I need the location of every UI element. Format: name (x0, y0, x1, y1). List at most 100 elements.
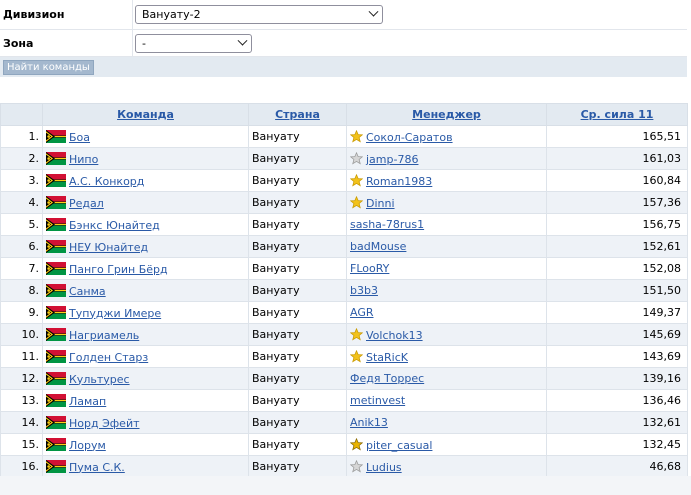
country-cell: Вануату (248, 367, 347, 390)
header-manager[interactable]: Менеджер (346, 103, 547, 126)
manager-link[interactable]: badMouse (350, 240, 406, 253)
division-control: Вануату-2 (133, 0, 687, 29)
power-cell: 132,45 (546, 433, 688, 456)
star-icon (349, 437, 364, 451)
star-icon (349, 327, 364, 341)
team-link[interactable]: Норд Эфейт (69, 417, 140, 430)
manager-link[interactable]: StaRicK (366, 351, 408, 364)
manager-link[interactable]: Anik13 (350, 416, 388, 429)
table-row: 5. Бэнкс Юнайтед Вануату sasha-78rus1 156,75 (0, 213, 688, 236)
team-link[interactable]: Культурес (69, 373, 130, 386)
manager-link[interactable]: jamp-786 (366, 153, 418, 166)
manager-link[interactable]: Roman1983 (366, 175, 432, 188)
team-link[interactable]: А.С. Конкорд (69, 175, 144, 188)
power-cell: 151,50 (546, 279, 688, 302)
division-select[interactable]: Вануату-2 (135, 5, 383, 24)
table-row: 1. Боа Вануату Сокол-Саратов 165,51 (0, 125, 688, 148)
manager-cell: Ludius (346, 455, 547, 478)
manager-cell: Федя Торрес (346, 367, 547, 390)
vanuatu-flag-icon (46, 195, 66, 209)
power-cell: 149,37 (546, 301, 688, 324)
manager-link[interactable]: piter_casual (366, 439, 432, 452)
filter-form: Дивизион Вануату-2 Зона - Найти команды (0, 0, 687, 77)
rank-cell: 1. (0, 125, 43, 148)
manager-cell: piter_casual (346, 433, 547, 456)
vanuatu-flag-icon (46, 349, 66, 363)
team-link[interactable]: Голден Старз (69, 351, 148, 364)
power-cell: 161,03 (546, 147, 688, 170)
team-link[interactable]: Санма (69, 285, 106, 298)
power-cell: 132,61 (546, 411, 688, 434)
manager-link[interactable]: FLooRY (350, 262, 389, 275)
team-cell: Панго Грин Бёрд (42, 257, 249, 280)
table-row: 3. А.С. Конкорд Вануату Roman1983 160,84 (0, 169, 688, 192)
rank-cell: 4. (0, 191, 43, 214)
team-link[interactable]: Нипо (69, 153, 98, 166)
manager-link[interactable]: Федя Торрес (350, 372, 424, 385)
team-cell: А.С. Конкорд (42, 169, 249, 192)
power-cell: 136,46 (546, 389, 688, 412)
header-team[interactable]: Команда (42, 103, 249, 126)
manager-link[interactable]: Volchok13 (366, 329, 423, 342)
vanuatu-flag-icon (46, 283, 66, 297)
manager-cell: FLooRY (346, 257, 547, 280)
division-row: Дивизион Вануату-2 (0, 0, 687, 30)
team-cell: Норд Эфейт (42, 411, 249, 434)
team-link[interactable]: Ламап (69, 395, 106, 408)
manager-link[interactable]: Ludius (366, 461, 402, 474)
team-link[interactable]: Лорум (69, 439, 106, 452)
star-icon (349, 195, 364, 209)
vanuatu-flag-icon (46, 415, 66, 429)
team-link[interactable]: Боа (69, 131, 90, 144)
rank-cell: 9. (0, 301, 43, 324)
star-icon (349, 173, 364, 187)
rank-cell: 14. (0, 411, 43, 434)
team-link[interactable]: Бэнкс Юнайтед (69, 219, 160, 232)
division-label: Дивизион (0, 0, 133, 29)
table-row: 8. Санма Вануату b3b3 151,50 (0, 279, 688, 302)
zone-select[interactable]: - (135, 33, 252, 53)
table-row: 9. Тупуджи Имере Вануату AGR 149,37 (0, 301, 688, 324)
header-power[interactable]: Ср. сила 11 (546, 103, 688, 126)
team-link[interactable]: НЕУ Юнайтед (69, 241, 148, 254)
country-cell: Вануату (248, 389, 347, 412)
power-cell: 143,69 (546, 345, 688, 368)
table-row: 15. Лорум Вануату piter_casual 132,45 (0, 433, 688, 456)
manager-cell: Volchok13 (346, 323, 547, 346)
table-row: 6. НЕУ Юнайтед Вануату badMouse 152,61 (0, 235, 688, 258)
header-country[interactable]: Страна (248, 103, 347, 126)
team-link[interactable]: Панго Грин Бёрд (69, 263, 168, 276)
vanuatu-flag-icon (46, 261, 66, 275)
rank-cell: 12. (0, 367, 43, 390)
table-row: 12. Культурес Вануату Федя Торрес 139,16 (0, 367, 688, 390)
manager-link[interactable]: metinvest (350, 394, 405, 407)
team-link[interactable]: Нагриамель (69, 329, 139, 342)
table-body: 1. Боа Вануату Сокол-Саратов 165,51 2. Нипо Ван… (0, 125, 688, 478)
manager-link[interactable]: b3b3 (350, 284, 378, 297)
vanuatu-flag-icon (46, 217, 66, 231)
power-cell: 152,08 (546, 257, 688, 280)
country-cell: Вануату (248, 257, 347, 280)
country-cell: Вануату (248, 191, 347, 214)
team-link[interactable]: Пума С.К. (69, 461, 125, 474)
power-cell: 152,61 (546, 235, 688, 258)
country-cell: Вануату (248, 235, 347, 258)
find-teams-button[interactable]: Найти команды (3, 59, 94, 75)
vanuatu-flag-icon (46, 305, 66, 319)
manager-cell: sasha-78rus1 (346, 213, 547, 236)
manager-link[interactable]: AGR (350, 306, 374, 319)
rank-cell: 15. (0, 433, 43, 456)
country-cell: Вануату (248, 279, 347, 302)
header-rank (0, 103, 43, 126)
manager-link[interactable]: Сокол-Саратов (366, 131, 453, 144)
manager-cell: b3b3 (346, 279, 547, 302)
country-cell: Вануату (248, 433, 347, 456)
rank-cell: 2. (0, 147, 43, 170)
power-cell: 157,36 (546, 191, 688, 214)
manager-link[interactable]: sasha-78rus1 (350, 218, 424, 231)
team-link[interactable]: Тупуджи Имере (69, 307, 161, 320)
manager-link[interactable]: Dinni (366, 197, 395, 210)
teams-table: Команда Страна Менеджер Ср. сила 11 1. Бо… (0, 103, 688, 478)
team-link[interactable]: Редал (69, 197, 104, 210)
vanuatu-flag-icon (46, 437, 66, 451)
